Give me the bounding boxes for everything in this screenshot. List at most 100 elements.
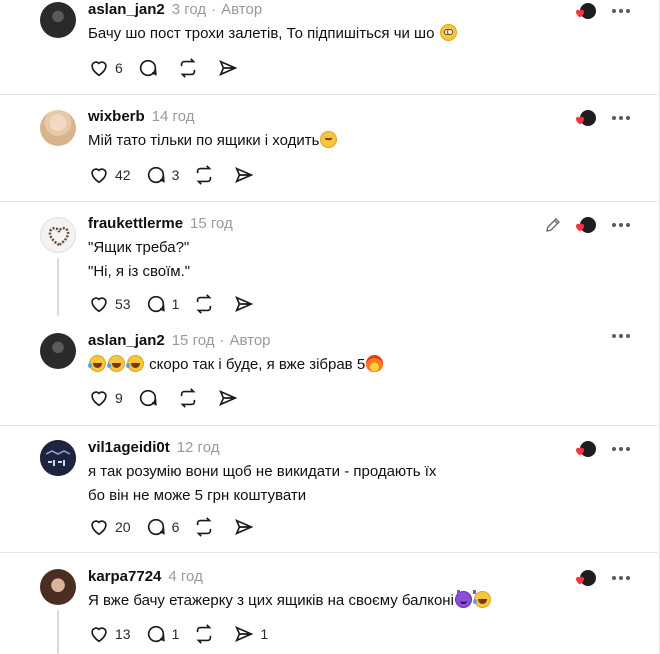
reply-button[interactable] bbox=[137, 57, 159, 79]
more-dots-icon[interactable] bbox=[612, 576, 630, 580]
post-text-line: "Ні, я із своїм." bbox=[88, 263, 191, 280]
share-button[interactable]: 1 bbox=[233, 623, 268, 645]
like-count: 20 bbox=[115, 519, 131, 535]
laughing-tears-emoji-icon bbox=[88, 355, 106, 372]
comment-bubble-icon bbox=[147, 518, 165, 536]
laughing-tears-emoji-icon bbox=[126, 355, 144, 372]
username[interactable]: karpa7724 bbox=[88, 568, 161, 585]
post-time: 15 год bbox=[171, 332, 215, 349]
send-icon bbox=[235, 166, 254, 184]
repost-icon bbox=[196, 165, 212, 185]
share-button[interactable] bbox=[233, 164, 255, 186]
reply-post: fraukettlerme 15 год "Ящик треба?" "Ні, … bbox=[0, 202, 658, 320]
post-tools bbox=[574, 109, 630, 127]
eye-roll-emoji-icon bbox=[439, 24, 457, 41]
heart-icon bbox=[576, 576, 584, 585]
more-dots-icon[interactable] bbox=[612, 334, 630, 338]
action-bar: 6 bbox=[88, 56, 257, 80]
reply-button[interactable] bbox=[137, 387, 159, 409]
like-button[interactable]: 9 bbox=[88, 387, 123, 409]
grinning-squinting-emoji-icon bbox=[320, 131, 338, 148]
post-tools bbox=[574, 440, 630, 458]
repost-button[interactable] bbox=[193, 164, 215, 186]
post-header: fraukettlerme 15 год bbox=[88, 215, 233, 232]
more-dots-icon[interactable] bbox=[612, 223, 630, 227]
reply-button[interactable]: 6 bbox=[145, 516, 180, 538]
reply-count: 6 bbox=[171, 519, 180, 535]
post-text-line: я так розумію вони щоб не викидати - про… bbox=[88, 463, 437, 480]
like-button[interactable]: 6 bbox=[88, 57, 123, 79]
repost-icon bbox=[196, 624, 212, 644]
comment-bubble-icon bbox=[139, 389, 157, 407]
pencil-icon[interactable] bbox=[544, 216, 562, 234]
repost-button[interactable] bbox=[193, 516, 215, 538]
heart-icon bbox=[576, 9, 584, 18]
author-tag: Автор bbox=[229, 332, 271, 349]
separator: · bbox=[211, 1, 217, 18]
like-button[interactable]: 42 bbox=[88, 164, 131, 186]
like-count: 13 bbox=[115, 626, 131, 642]
share-button[interactable] bbox=[233, 516, 255, 538]
reply-post: wixberb 14 год Мій тато тільки по ящики … bbox=[0, 95, 658, 201]
smiling-devil-emoji-icon bbox=[454, 590, 476, 608]
post-time: 15 год bbox=[190, 215, 233, 232]
author-liked-badge bbox=[574, 440, 596, 458]
avatar[interactable] bbox=[40, 569, 76, 605]
more-dots-icon[interactable] bbox=[612, 447, 630, 451]
username[interactable]: aslan_jan2 bbox=[88, 1, 165, 18]
heart-icon bbox=[91, 61, 107, 77]
post-header: vil1ageidi0t 12 год bbox=[88, 439, 219, 456]
heart-icon bbox=[576, 116, 584, 125]
post-text: "Ящик треба?" "Ні, я із своїм." bbox=[88, 236, 190, 284]
share-button[interactable] bbox=[217, 57, 239, 79]
reply-button[interactable]: 3 bbox=[145, 164, 179, 186]
avatar[interactable] bbox=[40, 110, 76, 146]
avatar[interactable] bbox=[40, 333, 76, 369]
post-tools bbox=[612, 334, 630, 338]
username[interactable]: fraukettlerme bbox=[88, 215, 183, 232]
username[interactable]: vil1ageidi0t bbox=[88, 439, 170, 456]
repost-icon bbox=[196, 517, 212, 537]
comment-bubble-icon bbox=[139, 59, 157, 77]
avatar[interactable] bbox=[40, 440, 76, 476]
send-icon bbox=[218, 59, 238, 77]
separator: · bbox=[219, 332, 225, 349]
like-button[interactable]: 20 bbox=[88, 516, 131, 538]
like-count: 9 bbox=[115, 390, 123, 406]
repost-icon bbox=[180, 58, 196, 78]
comment-bubble-icon bbox=[147, 295, 165, 313]
username[interactable]: aslan_jan2 bbox=[88, 332, 165, 349]
share-button[interactable] bbox=[233, 293, 255, 315]
more-dots-icon[interactable] bbox=[612, 9, 630, 13]
username[interactable]: wixberb bbox=[88, 108, 145, 125]
post-text: Я вже бачу етажерку з цих ящиків на своє… bbox=[88, 589, 492, 613]
thread-line bbox=[57, 610, 59, 654]
like-button[interactable]: 13 bbox=[88, 623, 131, 645]
repost-button[interactable] bbox=[193, 623, 215, 645]
post-tools bbox=[574, 2, 630, 20]
send-icon bbox=[235, 625, 254, 643]
reply-button[interactable]: 1 bbox=[145, 293, 179, 315]
repost-button[interactable] bbox=[193, 293, 215, 315]
post-tools bbox=[544, 216, 630, 234]
post-header: wixberb 14 год bbox=[88, 108, 194, 125]
share-button[interactable] bbox=[217, 387, 239, 409]
heart-bead-icon bbox=[48, 226, 70, 247]
like-count: 42 bbox=[115, 167, 131, 183]
post-text-line: бо він не може 5 грн коштувати bbox=[88, 487, 307, 504]
reply-button[interactable]: 1 bbox=[145, 623, 179, 645]
repost-button[interactable] bbox=[177, 57, 199, 79]
repost-icon bbox=[180, 388, 196, 408]
repost-button[interactable] bbox=[177, 387, 199, 409]
post-text-line: "Ящик треба?" bbox=[88, 239, 190, 256]
more-dots-icon[interactable] bbox=[612, 116, 630, 120]
like-button[interactable]: 53 bbox=[88, 293, 131, 315]
post-time: 12 год bbox=[176, 439, 220, 456]
post-text: Мій тато тільки по ящики і ходить bbox=[88, 129, 338, 153]
thread-line bbox=[57, 258, 59, 316]
action-bar: 42 3 bbox=[88, 163, 273, 187]
avatar[interactable] bbox=[40, 217, 76, 253]
heart-icon bbox=[91, 627, 107, 643]
avatar[interactable] bbox=[40, 2, 76, 38]
reply-post: aslan_jan2 15 год · Автор скоро так і бу… bbox=[0, 320, 658, 425]
